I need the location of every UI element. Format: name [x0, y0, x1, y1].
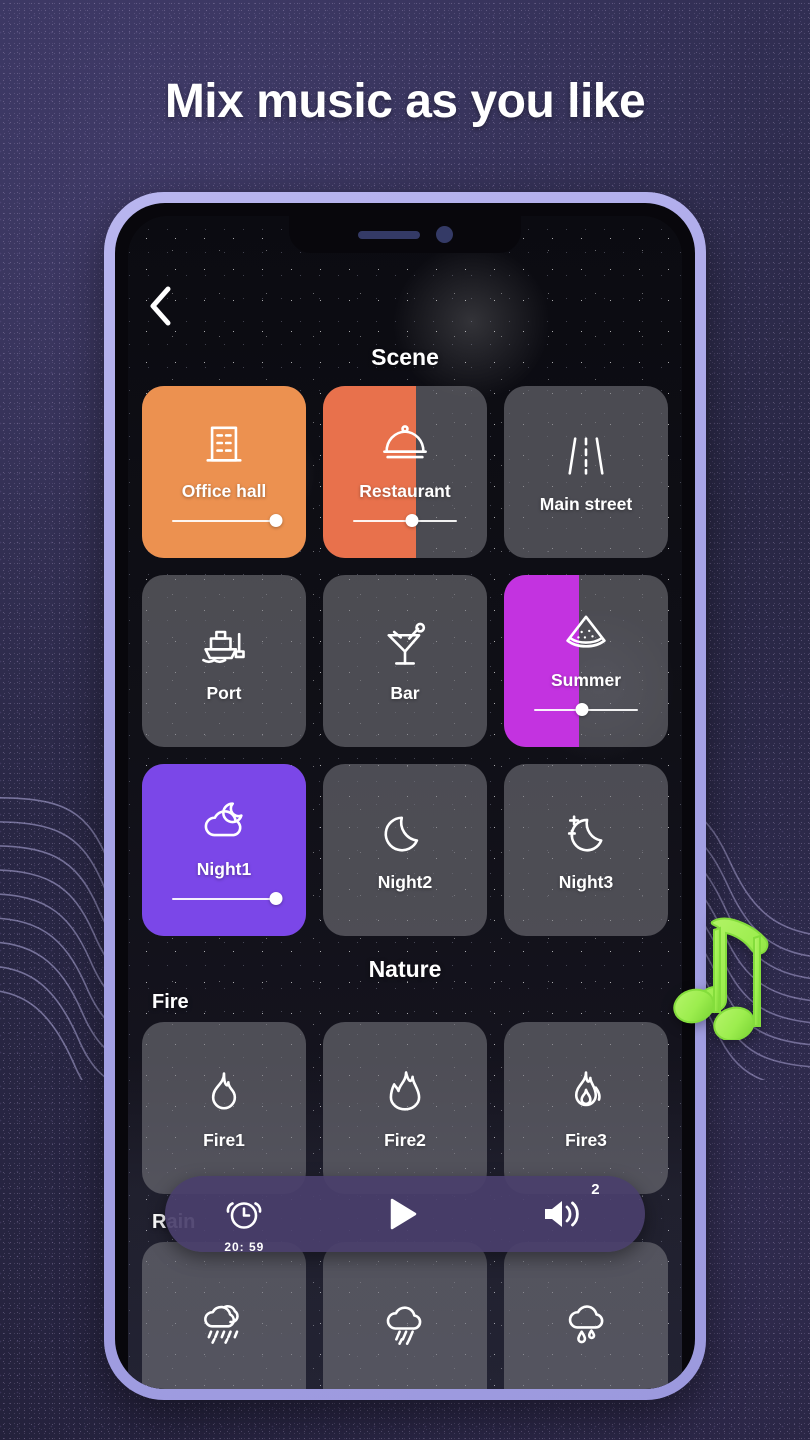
- music-note-icon: [673, 917, 769, 1040]
- phone-screen: Scene Office hall Restaurant Main street Po…: [128, 216, 682, 1389]
- sound-tile-port[interactable]: Port: [142, 575, 306, 747]
- tile-label: Fire2: [384, 1129, 426, 1150]
- tile-label: Fire1: [203, 1129, 245, 1150]
- sound-tile-restaurant[interactable]: Restaurant: [323, 386, 487, 558]
- page-root: Mix music as you like Scene Office hall …: [0, 0, 810, 1440]
- subsection-label-fire: Fire: [152, 991, 189, 1013]
- tile-label: Office hall: [181, 480, 267, 501]
- alarm-clock-icon: [226, 1202, 262, 1229]
- volume-count-badge: 2: [591, 1181, 600, 1198]
- sound-tile-bar[interactable]: Bar: [323, 575, 487, 747]
- tile-label: Night1: [196, 858, 252, 879]
- cocktail-icon: [379, 619, 431, 671]
- notch-speaker: [357, 230, 420, 239]
- tile-label: Main street: [539, 493, 633, 514]
- tile-volume-slider[interactable]: [534, 702, 638, 717]
- tile-label: Night2: [377, 871, 433, 892]
- fire-tile-grid: Fire1 Fire2 Fire3: [142, 1022, 668, 1194]
- crescent-moon-icon: [379, 808, 431, 860]
- sound-tile[interactable]: [323, 1242, 487, 1389]
- sound-tile-fire2[interactable]: Fire2: [323, 1022, 487, 1194]
- section-title-scene: Scene: [371, 344, 439, 370]
- sound-tile[interactable]: [504, 1242, 668, 1389]
- sound-tile-night2[interactable]: Night2: [323, 764, 487, 936]
- slider-track: [172, 897, 276, 900]
- food-cloche-icon: [379, 417, 431, 469]
- play-icon: [390, 1198, 417, 1230]
- sound-tile[interactable]: [142, 1242, 306, 1389]
- slider-track: [172, 519, 276, 522]
- tile-body: Fire3: [504, 1066, 668, 1151]
- tile-body: Fire1: [142, 1066, 306, 1151]
- tile-body: Office hall: [142, 417, 306, 528]
- volume-button[interactable]: 2: [540, 1181, 600, 1234]
- tile-label: Port: [206, 682, 242, 703]
- slider-knob[interactable]: [269, 513, 283, 527]
- tile-volume-slider[interactable]: [172, 513, 283, 528]
- sound-tile-office-hall[interactable]: Office hall: [142, 386, 306, 558]
- tile-body: Fire2: [323, 1066, 487, 1151]
- tile-body: Night3: [504, 808, 668, 893]
- sound-tile-fire1[interactable]: Fire1: [142, 1022, 306, 1194]
- section-title-nature: Nature: [368, 956, 442, 982]
- sound-tile-night1[interactable]: Night1: [142, 764, 306, 936]
- slider-knob[interactable]: [575, 702, 589, 716]
- play-button[interactable]: [383, 1194, 421, 1234]
- moon-stars-icon: [560, 808, 612, 860]
- page-title: Mix music as you like: [164, 75, 646, 128]
- tile-volume-slider[interactable]: [172, 891, 283, 906]
- phone-mockup: Scene Office hall Restaurant Main street Po…: [104, 192, 706, 1400]
- flame-double-icon: [560, 1066, 612, 1118]
- sound-tile-summer[interactable]: Summer: [504, 575, 668, 747]
- ship-icon: [198, 619, 250, 671]
- flame-bold-icon: [379, 1066, 431, 1118]
- rain-tile-grid: [142, 1242, 668, 1389]
- slider-knob[interactable]: [405, 513, 419, 527]
- slider-knob[interactable]: [269, 891, 283, 905]
- back-button[interactable]: [138, 284, 182, 328]
- tile-body: [504, 1296, 668, 1360]
- scene-tile-grid: Office hall Restaurant Main street Port Bar S…: [142, 386, 668, 936]
- tile-body: Night2: [323, 808, 487, 893]
- tile-label: Night3: [558, 871, 614, 892]
- player-bar: 20: 59 2: [165, 1176, 645, 1254]
- sound-tile-fire3[interactable]: Fire3: [504, 1022, 668, 1194]
- tile-volume-slider[interactable]: [353, 513, 457, 528]
- rain-shower-icon: [379, 1296, 431, 1348]
- tile-body: Restaurant: [323, 417, 487, 528]
- rain-drops-icon: [560, 1296, 612, 1348]
- notch-camera: [435, 226, 453, 243]
- phone-notch: [289, 216, 521, 253]
- tile-label: Fire3: [565, 1129, 607, 1150]
- volume-icon: [544, 1201, 579, 1227]
- tile-body: [142, 1296, 306, 1360]
- tile-label: Bar: [390, 682, 420, 703]
- rain-heavy-icon: [198, 1296, 250, 1348]
- tile-body: Night1: [142, 795, 306, 906]
- chevron-left-icon: [150, 286, 171, 326]
- road-icon: [560, 430, 612, 482]
- watermelon-icon: [560, 606, 612, 658]
- flame-simple-icon: [198, 1066, 250, 1118]
- office-building-icon: [198, 417, 250, 469]
- tile-label: Summer: [550, 669, 622, 690]
- tile-body: Bar: [323, 619, 487, 704]
- sleep-timer-button[interactable]: 20: 59: [224, 1194, 264, 1254]
- tile-body: Port: [142, 619, 306, 704]
- sound-tile-night3[interactable]: Night3: [504, 764, 668, 936]
- sleep-timer-value: 20: 59: [224, 1240, 265, 1254]
- tile-body: Main street: [504, 430, 668, 515]
- phone-inner-frame: Scene Office hall Restaurant Main street Po…: [115, 203, 695, 1389]
- tile-label: Restaurant: [359, 480, 451, 501]
- tile-body: Summer: [504, 606, 668, 717]
- cloud-moon-icon: [198, 795, 250, 847]
- tile-body: [323, 1296, 487, 1360]
- sound-tile-main-street[interactable]: Main street: [504, 386, 668, 558]
